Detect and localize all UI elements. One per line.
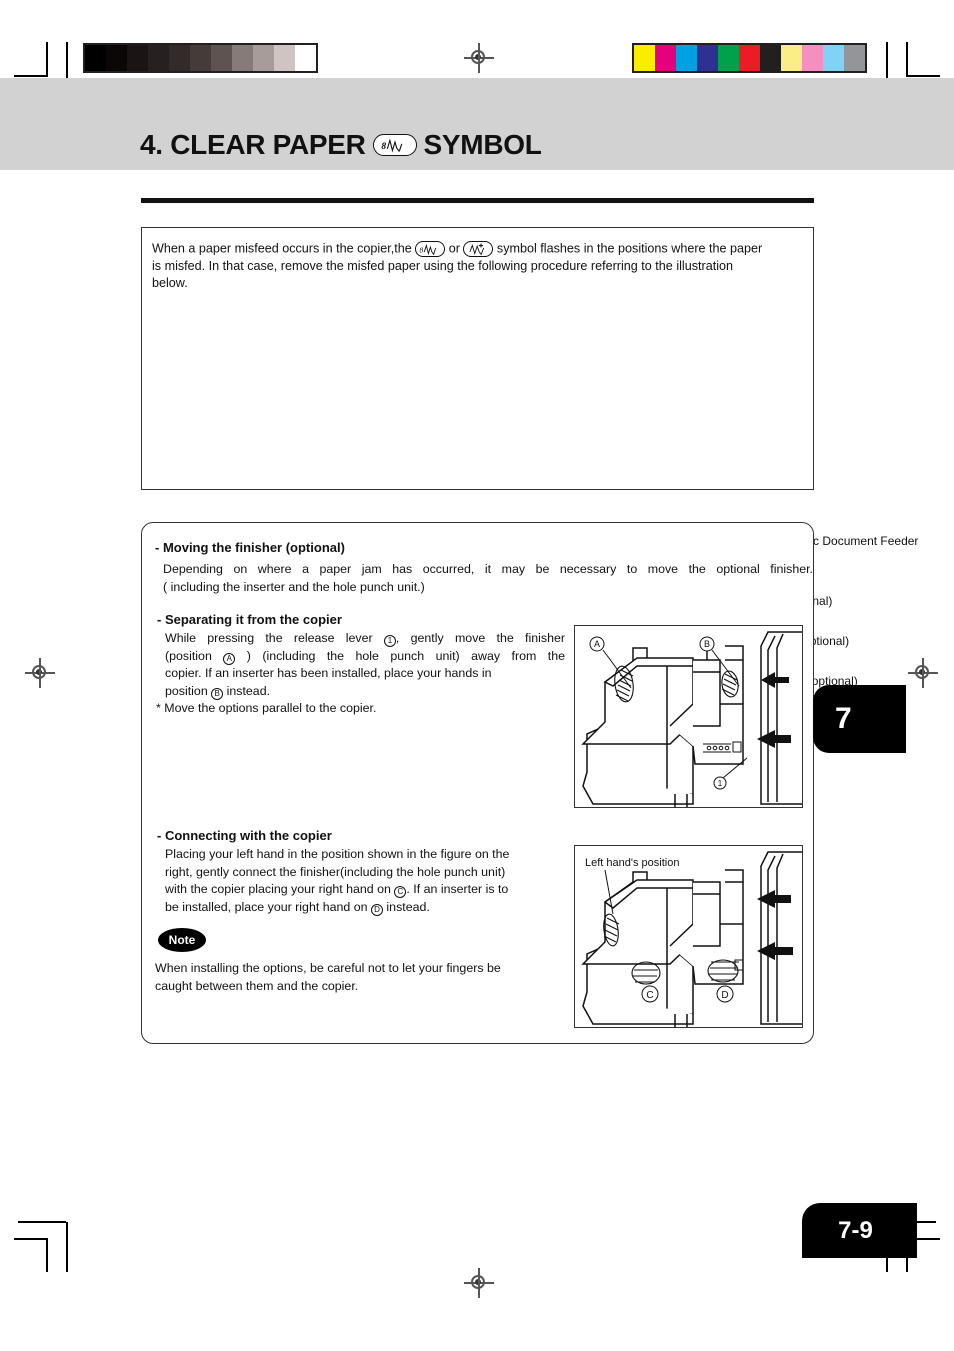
crop-mark-tl-h [14,75,48,77]
intro-paragraph: When a paper misfeed occurs in the copie… [152,238,807,292]
crop-mark-bl2-h [18,1221,66,1223]
grayscale-swatch [127,45,148,71]
crop-mark-tr-h [906,75,940,77]
page-number-tab: 7-9 [802,1203,917,1258]
registration-mark-bottom [464,1268,494,1298]
separating-body: While pressing the release lever 1, gent… [165,630,565,700]
registration-mark-top [464,43,494,73]
connecting-line4-c: instead. [386,899,430,914]
connecting-heading: - Connecting with the copier [157,828,332,843]
color-swatch [655,45,676,71]
separating-footnote: * Move the options parallel to the copie… [156,701,377,715]
figure-b-label-c: C [646,990,653,1001]
connecting-line-1: Placing your left hand in the position s… [165,847,510,861]
intro-line-2: is misfed. In that case, remove the misf… [152,258,734,273]
grayscale-swatch [253,45,274,71]
grayscale-swatch [106,45,127,71]
separating-line4-a: position [165,683,208,698]
grayscale-swatch [274,45,295,71]
chapter-tab: 7 [813,685,906,753]
intro-line-1: When a paper misfeed occurs in the copie… [152,238,807,258]
callout-position-d: D [370,903,383,916]
grayscale-swatch [211,45,232,71]
figure-connecting-finisher: C D Left hand's position [574,845,803,1028]
color-swatch [844,45,865,71]
chapter-title-text: 4. CLEAR PAPER [140,129,366,160]
color-calibration-bar [632,43,867,73]
grayscale-swatch [190,45,211,71]
chapter-title-suffix: SYMBOL [423,129,542,160]
callout-position-c: C [394,886,407,898]
callout-release-lever: 1 [383,635,396,647]
separating-line-4: position B instead. [165,683,565,701]
note-line-1: When installing the options, be careful … [155,961,501,975]
intro-panel: When a paper misfeed occurs in the copie… [141,227,918,707]
svg-text:8: 8 [420,245,424,254]
separating-heading: - Separating it from the copier [157,612,342,627]
figure-b-label-d: D [721,990,728,1001]
color-swatch [802,45,823,71]
separating-line2-a: (position [165,648,212,663]
figure-a-label-a: A [594,639,600,649]
registration-mark-left [25,658,55,688]
color-swatch [739,45,760,71]
moving-finisher-body: Depending on where a paper jam has occur… [163,561,813,596]
separating-line-1: While pressing the release lever 1, gent… [165,630,565,648]
note-body: When installing the options, be careful … [155,960,567,995]
separating-line1-c: , gently move the finisher [395,631,565,645]
grayscale-swatch [148,45,169,71]
figure-a-label-1: 1 [718,779,723,788]
separating-line2-c: ) (including the hole punch unit) away f… [246,648,565,663]
connecting-line-3: with the copier placing your right hand … [165,881,565,899]
separating-line1-a: While pressing the release lever [165,631,373,645]
connecting-body: Placing your left hand in the position s… [165,846,565,916]
grayscale-swatch [232,45,253,71]
connecting-line3-a: with the copier placing your right hand … [165,882,391,896]
figure-b-caption: Left hand's position [585,857,679,869]
moving-finisher-body-line1: Depending on where a paper jam has occur… [163,562,813,576]
separating-line-2: (position A ) (including the hole punch … [165,648,565,666]
intro-line1-part-b: or [448,241,460,256]
intro-line1-part-a: When a paper misfeed occurs in the copie… [152,241,412,256]
color-swatch [760,45,781,71]
crop-mark-tl-v [46,42,48,76]
color-swatch [781,45,802,71]
staple-jam-symbol-icon-inline [463,241,494,257]
figure-separating-finisher: A B 1 [574,625,803,808]
grayscale-swatch [295,45,316,71]
callout-position-b: B [211,687,224,700]
intro-line-3: below. [152,275,188,290]
crop-mark-bl-h [14,1238,48,1240]
title-underline-rule [141,198,814,203]
paper-jam-symbol-icon-inline: 8 [415,241,446,257]
connecting-line-4: be installed, place your right hand on D… [165,899,565,917]
figure-a-label-b: B [704,639,710,649]
color-swatch [697,45,718,71]
connecting-line4-a: be installed, place your right hand on [165,899,368,914]
note-line-2: caught between them and the copier. [155,978,359,993]
grayscale-calibration-bar [83,43,318,73]
crop-mark-bl-v [46,1238,48,1272]
moving-finisher-body-line2: ( including the inserter and the hole pu… [163,579,425,594]
crop-mark-bl2-v [66,1222,68,1272]
separating-line-3: copier. If an inserter has been installe… [165,666,492,680]
note-badge: Note [158,928,206,952]
page-title: 4. CLEAR PAPER 8 SYMBOL [140,129,542,161]
color-swatch [676,45,697,71]
separating-line4-c: instead. [226,683,271,698]
grayscale-swatch [85,45,106,71]
paper-jam-symbol-icon: 8 [372,134,417,156]
moving-finisher-heading: - Moving the finisher (optional) [155,540,345,555]
svg-text:8: 8 [381,141,386,151]
color-swatch [823,45,844,71]
color-swatch [718,45,739,71]
crop-mark-tr-v [906,42,908,76]
color-swatch [634,45,655,71]
connecting-line-2: right, gently connect the finisher(inclu… [165,864,506,879]
intro-line1-part-c: symbol flashes in the positions where th… [496,241,763,256]
grayscale-swatch [169,45,190,71]
callout-position-a: A [223,652,236,665]
connecting-line3-c: . If an inserter is to [406,882,509,896]
